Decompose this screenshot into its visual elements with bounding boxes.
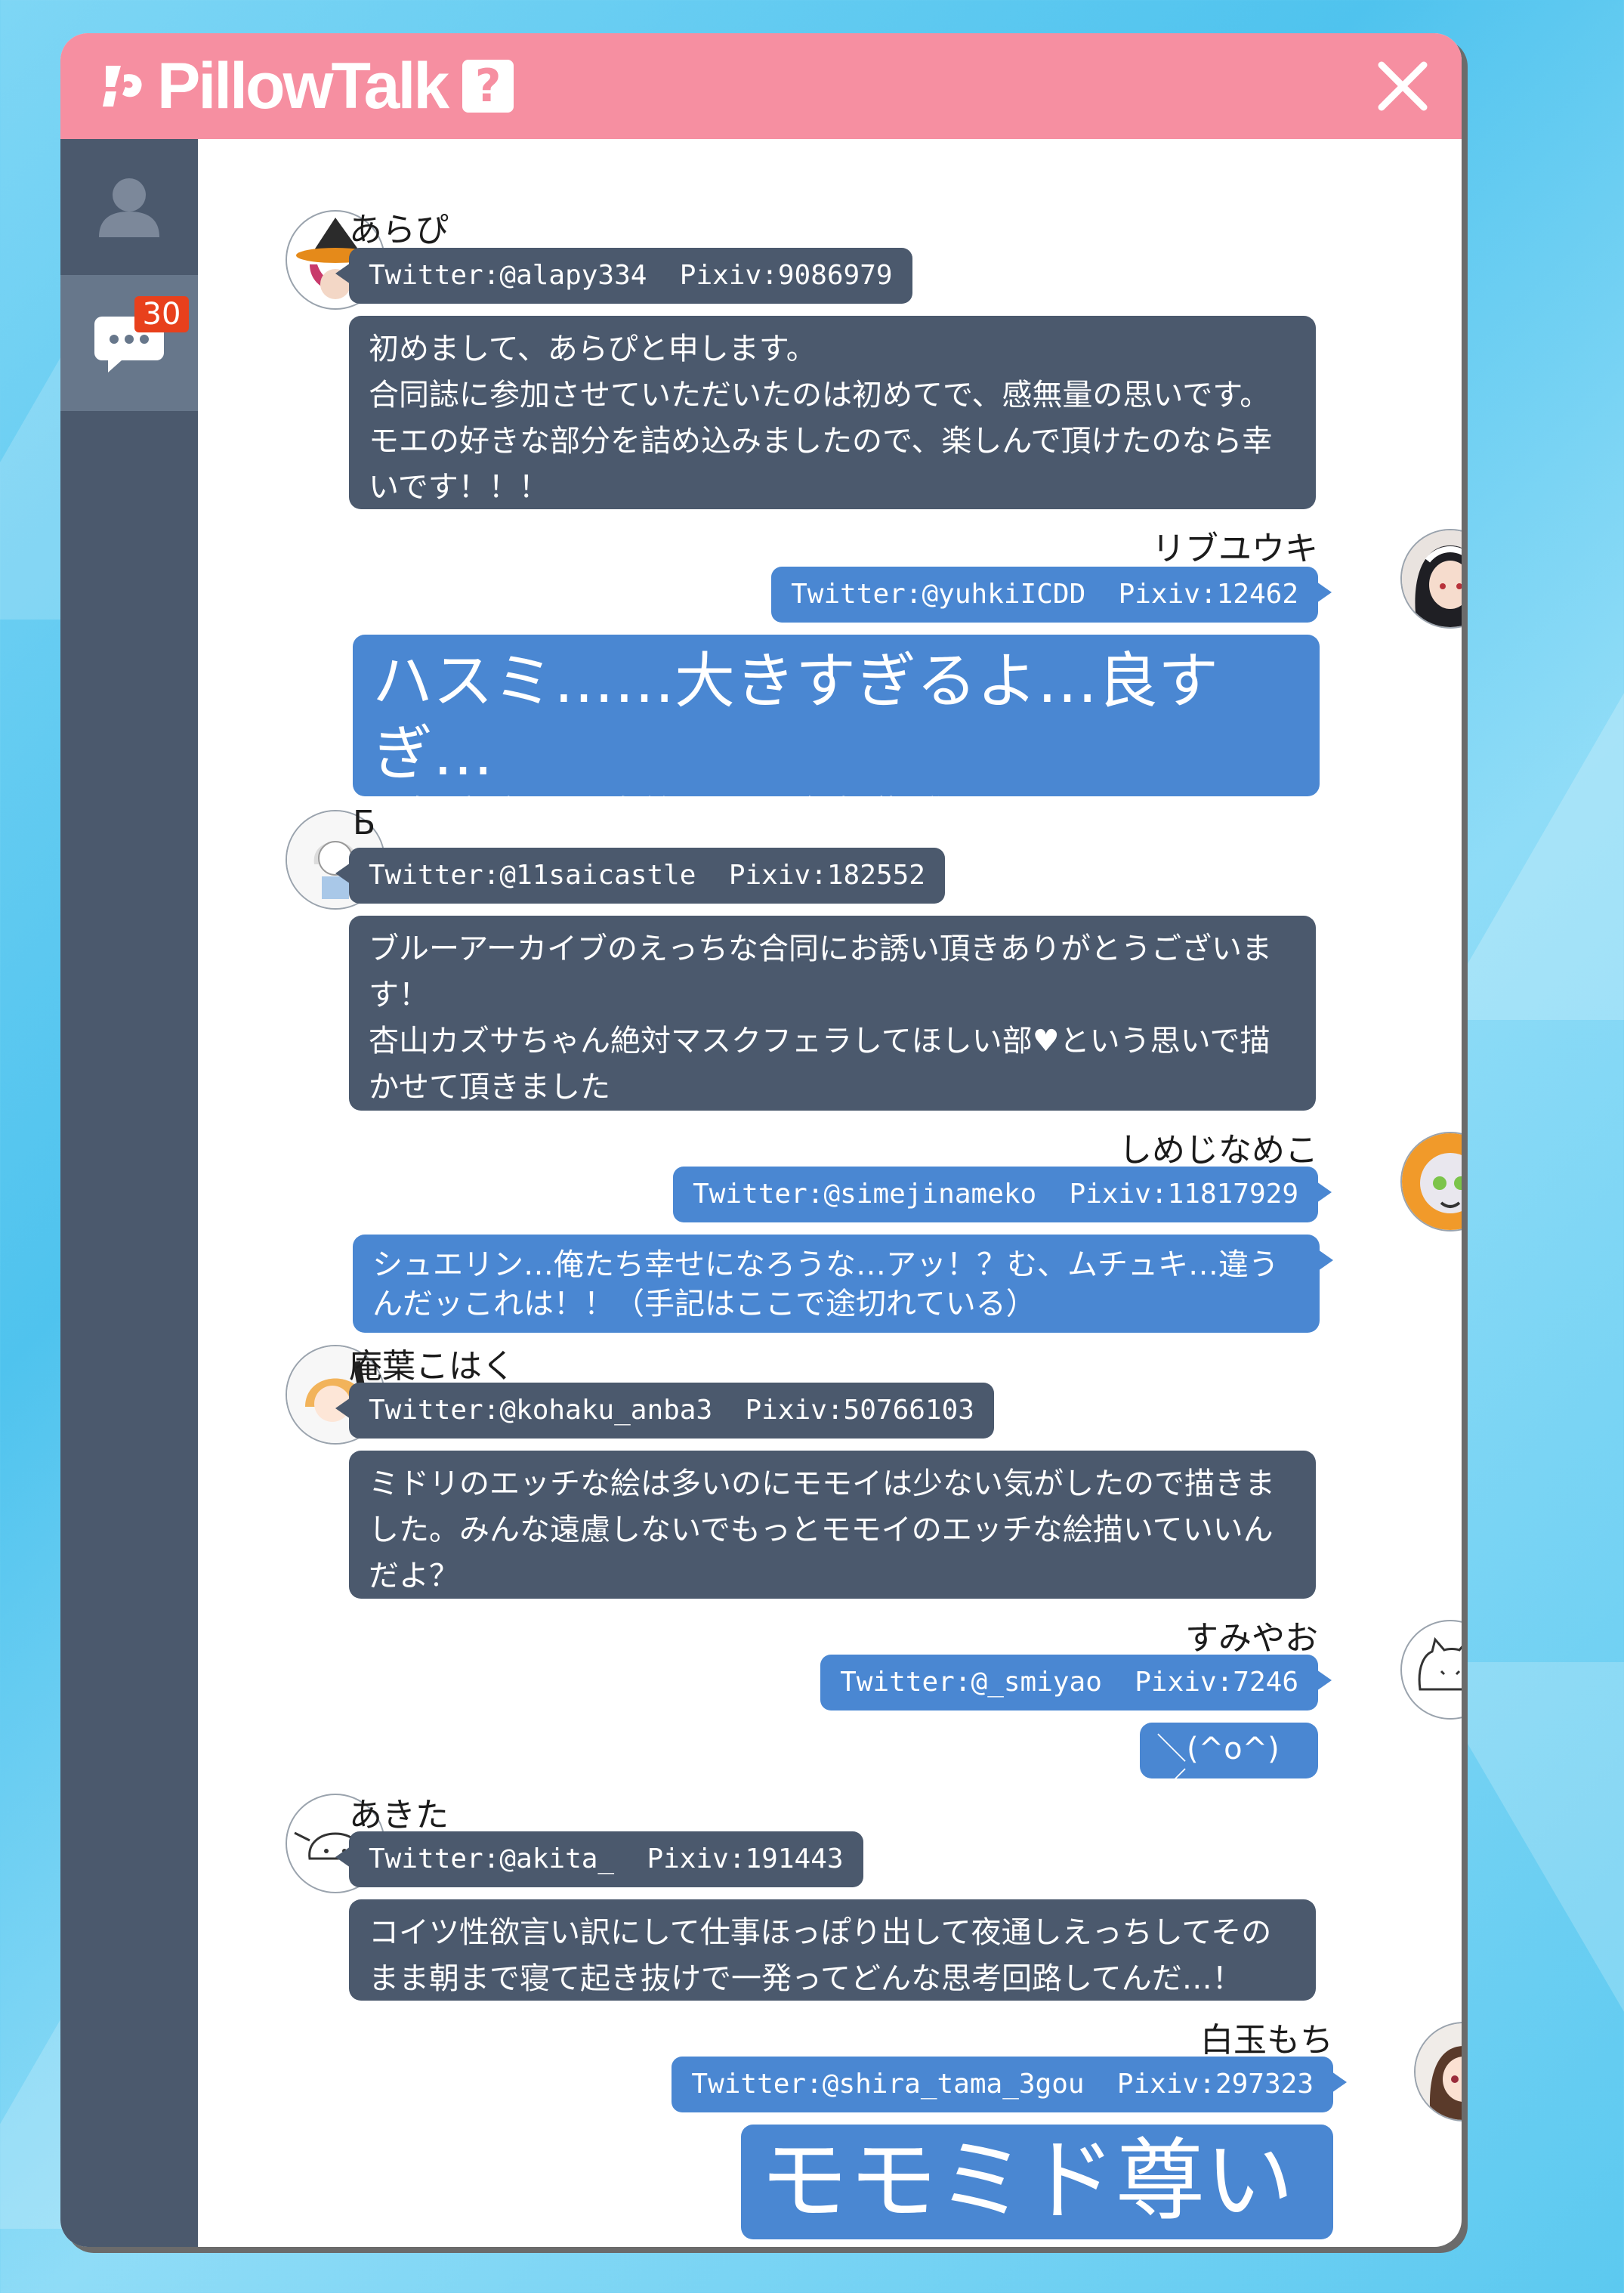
chat-window: PillowTalk ? 30 あらぴ Twitter:@alapy334 Pi… (60, 33, 1462, 2247)
sidebar-item-chat[interactable]: 30 (60, 275, 198, 411)
user-name: しめじなめこ (1119, 1131, 1318, 1170)
message-bubble: モモミド尊い (741, 2125, 1333, 2239)
message-bubble: コイツ性欲言い訳にして仕事ほっぽり出して夜通しえっちしてその まま朝まで寝て起き… (349, 1899, 1316, 2001)
user-ids: Twitter:@yuhkiICDD Pixiv:12462 (771, 567, 1332, 623)
logo-icon (103, 66, 142, 107)
app-logo: PillowTalk ? (98, 49, 514, 122)
user-name: あきた (349, 1796, 449, 1834)
user-name: 庵葉こはく (349, 1347, 515, 1386)
message-bubble: ハスミ……大きすぎるよ…良すぎ… 長身で爆乳なのは勿論、たまに食欲が爆発するとこ… (353, 635, 1320, 871)
avatar-image (1402, 530, 1462, 627)
avatar-image (1402, 1133, 1462, 1230)
sidebar: 30 (60, 139, 198, 2247)
user-ids: Twitter:@shira_tama_3gou Pixiv:297323 (672, 2057, 1347, 2112)
user-name: 白玉もち (1200, 2021, 1333, 2060)
message-bubble: ＼(^o^)／ (1140, 1723, 1318, 1801)
sidebar-item-profile[interactable] (60, 139, 198, 275)
unread-badge: 30 (134, 296, 189, 332)
user-ids: Twitter:@_smiyao Pixiv:7246 (820, 1655, 1332, 1710)
avatar[interactable] (1400, 1620, 1462, 1720)
avatar[interactable] (1400, 1132, 1462, 1231)
user-ids: Twitter:@akita_ Pixiv:191443 (335, 1831, 863, 1887)
user-name: Б (353, 804, 376, 842)
user-ids: Twitter:@alapy334 Pixiv:9086979 (335, 248, 912, 304)
user-ids: Twitter:@11saicastle Pixiv:182552 (335, 848, 945, 904)
question-icon[interactable]: ? (462, 60, 514, 113)
message-bubble: シュエリン…俺たち幸せになろうな…アッ！？む、ムチュキ…違う んだッこれは！！（… (353, 1235, 1333, 1333)
avatar-image (1418, 1636, 1462, 1691)
user-ids: Twitter:@simejinameko Pixiv:11817929 (673, 1167, 1332, 1222)
message-headline: ハスミ……大きすぎるよ…良すぎ… (372, 646, 1218, 789)
avatar[interactable] (1400, 529, 1462, 629)
message-bubble: 初めまして、あらぴと申します。 合同誌に参加させていただいたのは初めてで、感無量… (349, 316, 1316, 509)
message-bubble: ブルーアーカイブのえっちな合同にお誘い頂きありがとうございま す！ 杏山カズサち… (349, 916, 1316, 1111)
avatar-image (1416, 2023, 1462, 2120)
user-ids: Twitter:@kohaku_anba3 Pixiv:50766103 (335, 1383, 994, 1439)
message-bubble: ミドリのエッチな絵は多いのにモモイは少ない気がしたので描きま した。みんな遠慮し… (349, 1451, 1316, 1599)
user-name: あらぴ (349, 211, 449, 249)
app-title: PillowTalk (157, 49, 449, 122)
user-icon (99, 178, 159, 237)
chat-area: あらぴ Twitter:@alapy334 Pixiv:9086979 初めまし… (198, 139, 1462, 2247)
close-icon[interactable] (1374, 57, 1431, 115)
avatar[interactable] (1414, 2022, 1462, 2121)
user-name: すみやお (1185, 1619, 1318, 1658)
title-bar: PillowTalk ? (60, 33, 1462, 139)
user-name: リブユウキ (1152, 530, 1318, 568)
